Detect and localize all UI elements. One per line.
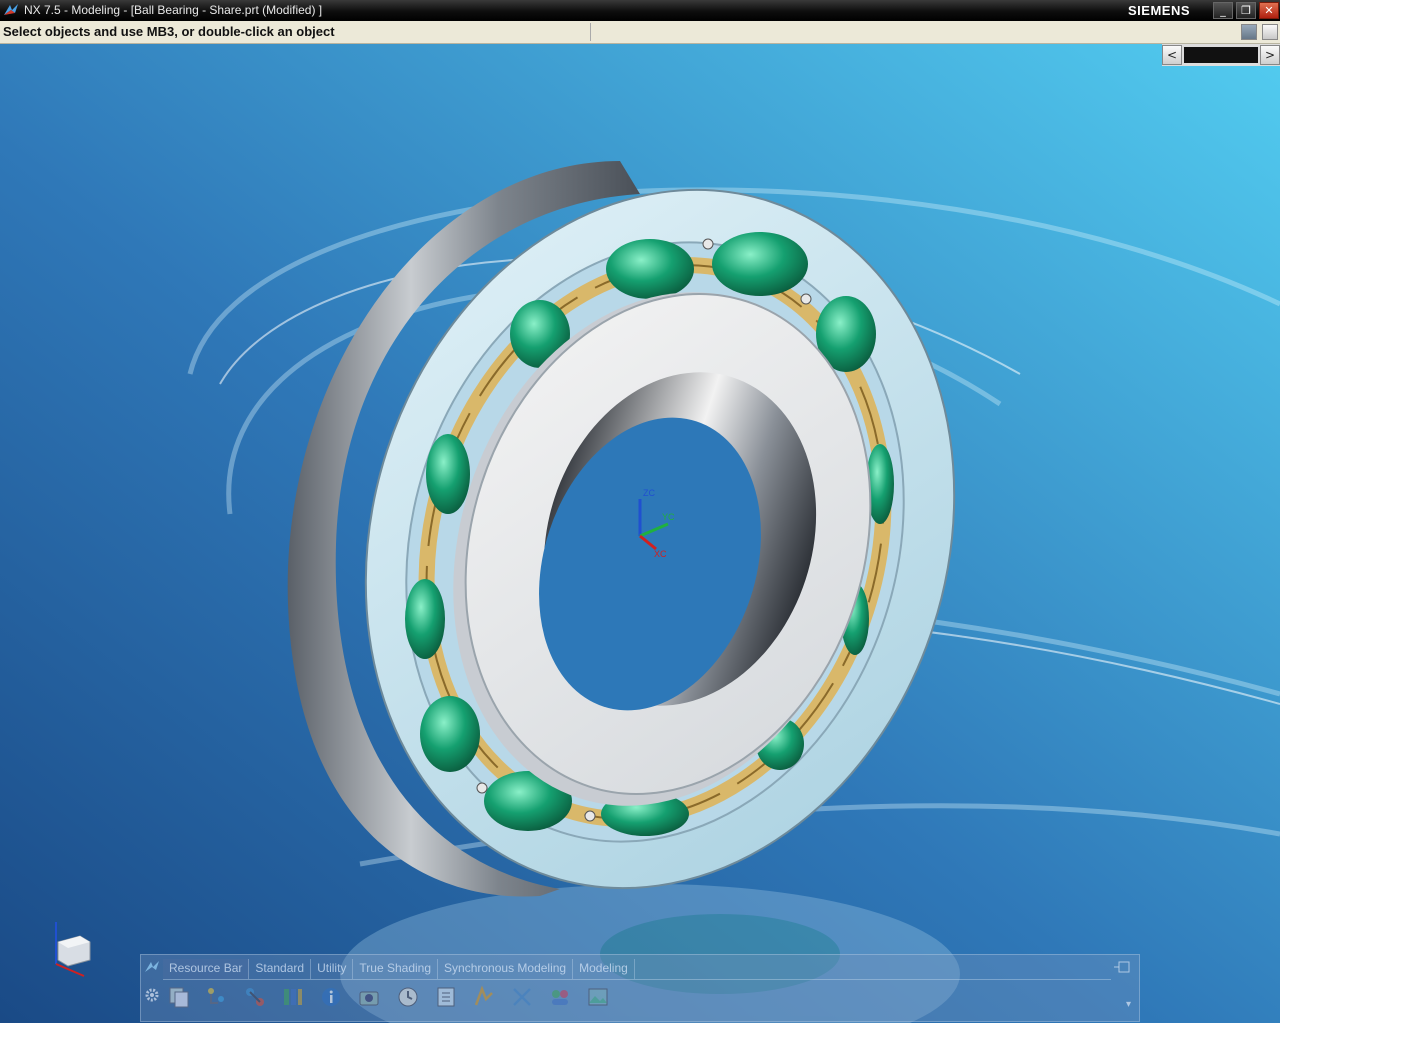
tab-modeling[interactable]: Modeling [573, 959, 635, 979]
nx-logo-icon [4, 4, 18, 15]
title-bar: NX 7.5 - Modeling - [Ball Bearing - Shar… [0, 0, 1280, 21]
toolbar-pin-icon[interactable] [1113, 960, 1131, 975]
image-icon[interactable] [586, 985, 610, 1009]
constraint-icon[interactable] [243, 985, 267, 1009]
full-screen-icon[interactable] [1262, 24, 1278, 40]
graphics-window[interactable]: ZC YC XC [0, 44, 1280, 1023]
gear-icon[interactable] [144, 987, 160, 1003]
info-icon[interactable] [319, 985, 343, 1009]
roles-scroll-control: < > [1162, 44, 1280, 66]
wcs-y-label: YC [662, 512, 675, 522]
toolbar-icon-row [167, 985, 619, 1011]
reuse-library-icon[interactable] [434, 985, 458, 1009]
tab-resource-bar[interactable]: Resource Bar [163, 959, 250, 979]
chevron-left-icon: < [1166, 48, 1178, 62]
restore-button[interactable]: ❐ [1236, 2, 1256, 19]
analysis-icon[interactable] [472, 985, 496, 1009]
start-menu-icon[interactable] [144, 959, 160, 975]
cue-divider [590, 23, 591, 41]
selection-bar-icon[interactable] [1241, 24, 1257, 40]
cue-line: Select objects and use MB3, or double-cl… [0, 21, 1280, 44]
nx-application-window: NX 7.5 - Modeling - [Ball Bearing - Shar… [0, 0, 1280, 1023]
absolute-coordinate-triad [55, 922, 91, 977]
copy-icon[interactable] [167, 985, 191, 1009]
siemens-logo: SIEMENS [1128, 3, 1191, 18]
roles-icon[interactable] [548, 985, 572, 1009]
tab-synchronous-modeling[interactable]: Synchronous Modeling [438, 959, 574, 979]
transform-icon[interactable] [510, 985, 534, 1009]
window-title: NX 7.5 - Modeling - [Ball Bearing - Shar… [24, 3, 323, 17]
scroll-left-button[interactable]: < [1162, 45, 1182, 65]
toolbar-separator [163, 979, 1111, 980]
restore-icon: ❐ [1241, 4, 1251, 17]
scroll-track[interactable] [1184, 47, 1258, 63]
chevron-right-icon: > [1264, 48, 1276, 62]
tab-standard[interactable]: Standard [249, 959, 312, 979]
toolbar-overflow-icon[interactable]: ▾ [1126, 999, 1131, 1010]
minimize-button[interactable]: _ [1213, 2, 1233, 19]
minimize-icon: _ [1220, 4, 1226, 17]
wcs-z-label: ZC [643, 488, 655, 498]
toolbar-tabs: Resource Bar Standard Utility True Shading S… [163, 959, 635, 979]
history-icon[interactable] [396, 985, 420, 1009]
cue-text: Select objects and use MB3, or double-cl… [3, 24, 335, 39]
docked-toolbar-area: Resource Bar Standard Utility True Shading S… [140, 954, 1140, 1022]
part-navigator-icon[interactable] [281, 985, 305, 1009]
assembly-navigator-icon[interactable] [205, 985, 229, 1009]
close-icon: ✕ [1264, 4, 1274, 17]
tab-true-shading[interactable]: True Shading [353, 959, 439, 979]
wcs-x-label: XC [654, 549, 667, 559]
scroll-right-button[interactable]: > [1260, 45, 1280, 65]
camera-icon[interactable] [357, 985, 381, 1009]
bearing-model-view[interactable]: ZC YC XC [0, 44, 1280, 1023]
close-button[interactable]: ✕ [1259, 2, 1279, 19]
tab-utility[interactable]: Utility [311, 959, 354, 979]
